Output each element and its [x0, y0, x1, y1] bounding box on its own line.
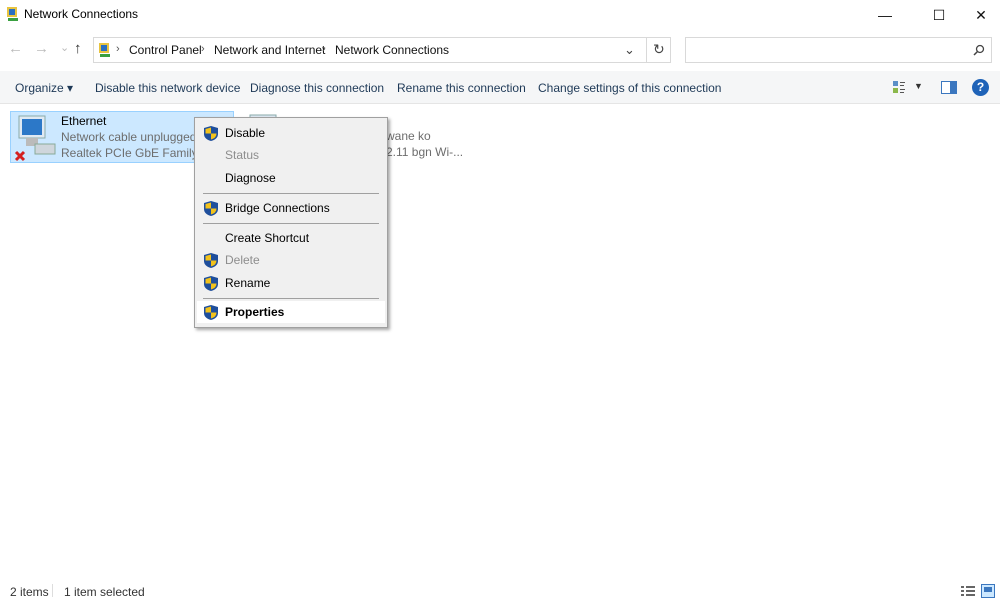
menu-item-create-shortcut[interactable]: Create Shortcut	[225, 231, 309, 245]
breadcrumb-network-and-internet[interactable]: Network and Internet	[214, 43, 325, 57]
uac-shield-icon	[204, 276, 218, 291]
rename-connection-button[interactable]: Rename this connection	[397, 81, 526, 95]
menu-separator	[203, 223, 379, 224]
view-dropdown-icon[interactable]: ▼	[914, 81, 923, 91]
breadcrumb-separator: ›	[322, 43, 326, 55]
breadcrumb-network-connections[interactable]: Network Connections	[335, 43, 449, 57]
menu-item-delete: Delete	[225, 253, 260, 267]
details-view-icon[interactable]	[961, 585, 975, 597]
divider	[646, 38, 647, 62]
ethernet-adapter-icon	[14, 115, 56, 162]
item-count: 2 items	[10, 585, 49, 599]
preview-pane-icon[interactable]	[941, 81, 957, 94]
refresh-button[interactable]: ↻	[653, 41, 665, 58]
minimize-button[interactable]: —	[862, 0, 908, 30]
up-button[interactable]: ↑	[74, 40, 82, 57]
address-dropdown-button[interactable]: ⌄	[624, 42, 635, 58]
back-button[interactable]: ←	[8, 40, 23, 57]
connection-status: Network cable unplugged	[61, 130, 197, 144]
status-bar: 2 items 1 item selected	[0, 582, 1000, 600]
breadcrumb-separator: ›	[201, 43, 205, 55]
window-title: Network Connections	[24, 7, 139, 21]
recent-locations-button[interactable]: ⌄	[60, 41, 69, 54]
large-icons-view-icon[interactable]	[981, 584, 995, 598]
connection-name: Ethernet	[61, 114, 107, 128]
menu-item-rename[interactable]: Rename	[225, 276, 270, 290]
command-bar: Organize ▾ Disable this network device D…	[0, 71, 1000, 104]
disable-device-button[interactable]: Disable this network device	[95, 81, 240, 95]
search-input[interactable]	[685, 37, 992, 63]
search-icon	[973, 44, 985, 56]
uac-shield-icon	[204, 126, 218, 141]
menu-separator	[203, 193, 379, 194]
connection-device: 2.11 bgn Wi-...	[386, 145, 464, 159]
control-panel-icon	[99, 43, 110, 57]
divider	[52, 584, 53, 597]
menu-item-properties[interactable]: Properties	[225, 305, 284, 319]
organize-menu[interactable]: Organize ▾	[15, 81, 73, 95]
uac-shield-icon	[204, 201, 218, 216]
help-button[interactable]: ?	[972, 79, 989, 96]
uac-shield-icon	[204, 305, 218, 320]
change-view-icon[interactable]	[892, 80, 906, 95]
maximize-button[interactable]: ☐	[916, 0, 962, 30]
menu-item-diagnose[interactable]: Diagnose	[225, 171, 276, 185]
close-button[interactable]: ✕	[958, 0, 1000, 30]
breadcrumb-separator: ›	[116, 43, 120, 55]
connection-status: wane ko	[386, 129, 431, 143]
uac-shield-icon	[204, 253, 218, 268]
menu-item-status: Status	[225, 148, 260, 162]
context-menu: Disable Status Diagnose Bridge Connections C…	[194, 117, 388, 328]
address-bar[interactable]: › Control Panel › Network and Internet ›…	[93, 37, 671, 63]
breadcrumb-control-panel[interactable]: Control Panel	[129, 43, 202, 57]
title-bar: Network Connections — ☐ ✕	[0, 0, 1000, 30]
menu-item-disable[interactable]: Disable	[225, 126, 265, 140]
menu-separator	[203, 298, 379, 299]
forward-button[interactable]: →	[34, 40, 49, 57]
selection-count: 1 item selected	[64, 585, 145, 599]
change-settings-button[interactable]: Change settings of this connection	[538, 81, 721, 95]
network-connections-icon	[7, 7, 18, 21]
menu-item-bridge-connections[interactable]: Bridge Connections	[225, 201, 330, 215]
diagnose-connection-button[interactable]: Diagnose this connection	[250, 81, 384, 95]
